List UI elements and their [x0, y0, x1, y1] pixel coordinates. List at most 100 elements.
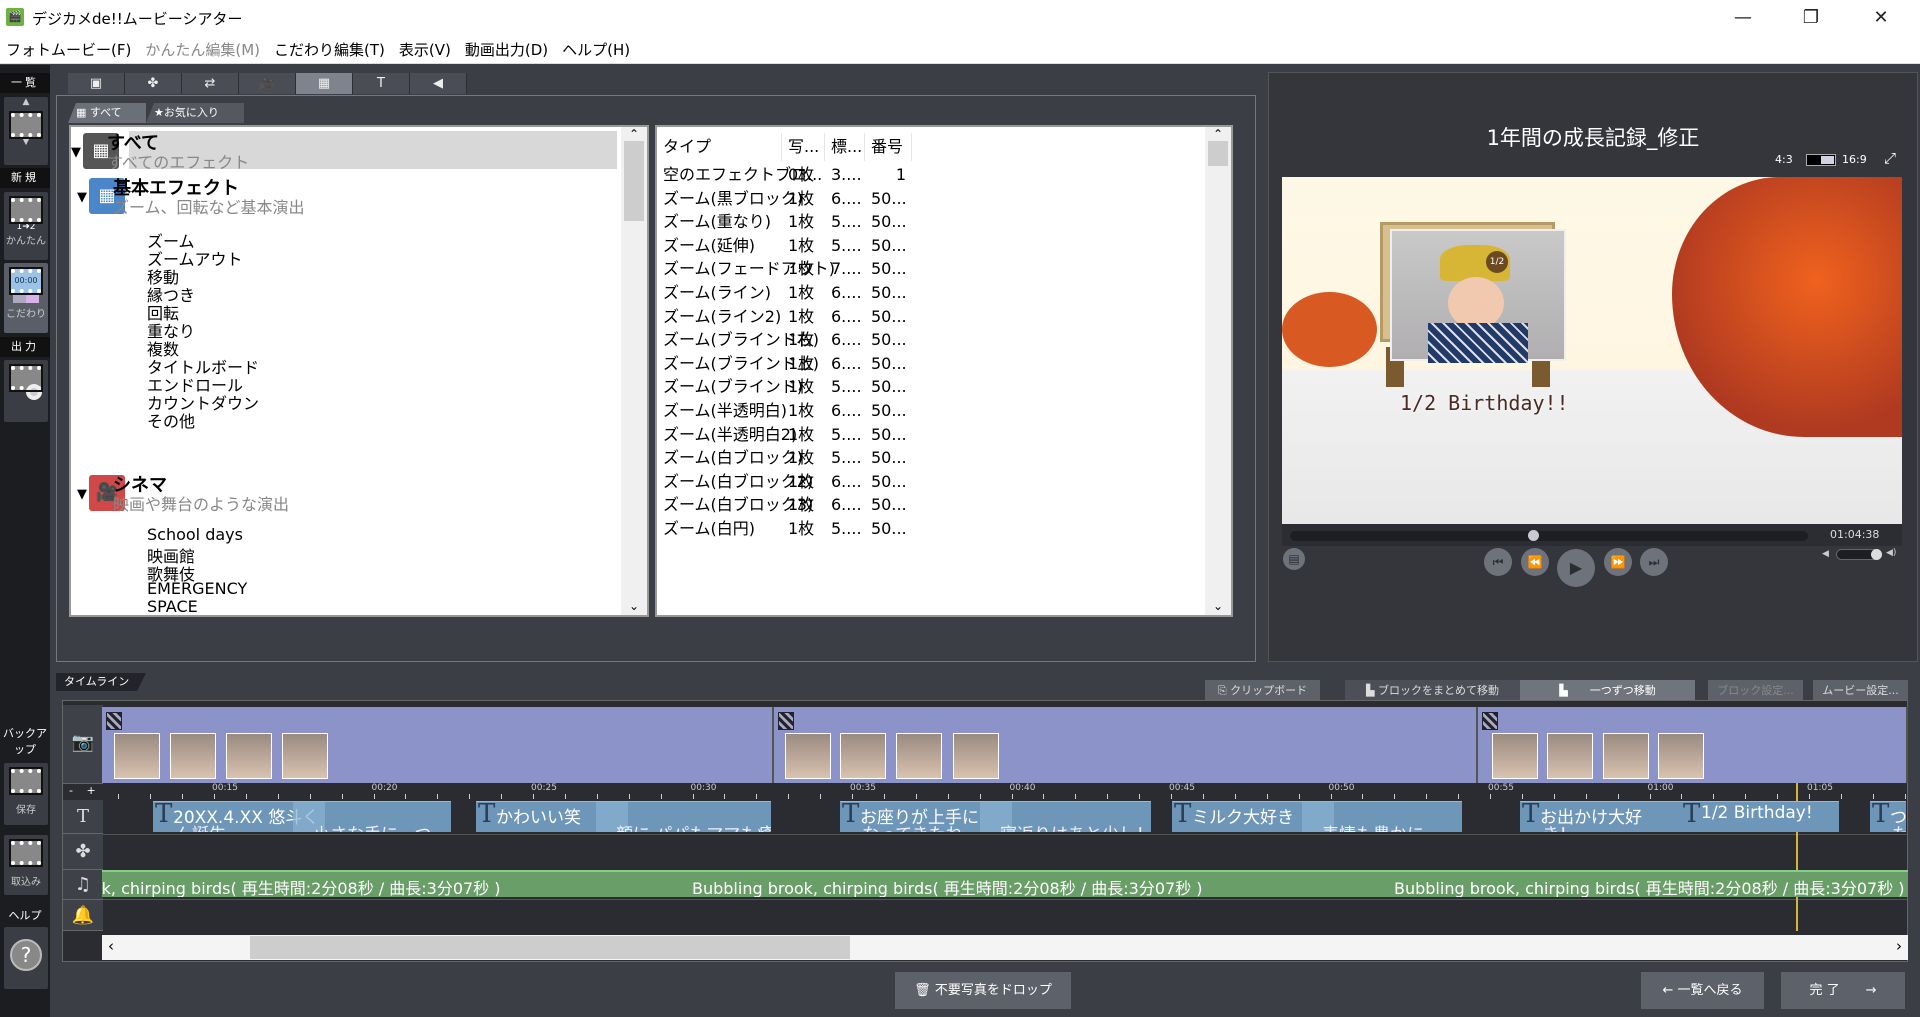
restore-button[interactable]: ❐	[1782, 0, 1840, 35]
move-block-tab[interactable]: ▙ ブロックをまとめて移動	[1345, 680, 1520, 701]
menu-item[interactable]: こだわり編集(T)	[274, 39, 385, 60]
column-header[interactable]: タイプ	[657, 133, 782, 161]
text-clip[interactable]: Tお出かけ大好き！	[1520, 801, 1681, 832]
text-clip[interactable]: Tつた	[1870, 801, 1906, 832]
tab-all[interactable]: ▦ すべて	[68, 103, 146, 123]
photo-thumbnail[interactable]	[282, 733, 328, 779]
table-row[interactable]: ズーム(ライン) 1枚 6.... 50...	[657, 281, 927, 305]
storyboard-icon[interactable]: ▤	[1283, 548, 1305, 570]
expand-arrow-icon[interactable]: ▼	[77, 190, 87, 205]
aspect-ratio-toggle[interactable]	[1806, 154, 1836, 166]
seek-bar[interactable]	[1290, 531, 1808, 541]
table-row[interactable]: ズーム(延伸) 1枚 5.... 50...	[657, 234, 927, 258]
camera-tab[interactable]: 🎥	[239, 73, 296, 94]
text-clip[interactable]: Tお座りが上手になってきたね寝返りはあと少し！	[840, 801, 1151, 832]
fast-forward-button[interactable]: ⏩	[1604, 548, 1632, 576]
menu-item[interactable]: 動画出力(D)	[465, 39, 548, 60]
tree-item[interactable]: School days	[147, 525, 243, 544]
expand-arrow-icon[interactable]: ▼	[77, 487, 87, 502]
menu-item[interactable]: フォトムービー(F)	[6, 39, 131, 60]
timeline-hscrollbar[interactable]: ‹ ›	[102, 935, 1908, 960]
drop-unneeded-photos-zone[interactable]: 🗑 不要写真をドロップ	[895, 972, 1071, 1009]
photo-thumbnail[interactable]	[953, 733, 999, 779]
column-header[interactable]: 番号	[865, 133, 912, 161]
text-clip[interactable]: Tかわいい笑顔に パパもママも癒さ...	[476, 801, 771, 832]
fullscreen-icon[interactable]: ⤢	[1884, 149, 1896, 167]
scroll-right-icon[interactable]: ›	[1896, 937, 1902, 955]
photo-thumbnail[interactable]	[785, 733, 831, 779]
column-header[interactable]: 標...	[825, 133, 865, 161]
photo-thumbnail[interactable]	[226, 733, 272, 779]
scroll-thumb[interactable]	[250, 936, 850, 959]
table-row[interactable]: ズーム(白ブロック3) 1枚 6.... 50...	[657, 493, 927, 517]
text-clip[interactable]: T20XX.4.XX 悠斗くん誕生小さな手に、つ...	[153, 801, 451, 832]
table-row[interactable]: ズーム(白ブロック2) 1枚 6.... 50...	[657, 470, 927, 494]
column-header[interactable]: 写...	[782, 133, 825, 161]
block-settings-button[interactable]: ブロック設定...	[1708, 680, 1803, 701]
effect-grid-tab[interactable]: ▦	[296, 73, 353, 94]
photo-thumbnail[interactable]	[1603, 733, 1649, 779]
photo-thumbnail[interactable]	[1492, 733, 1538, 779]
table-row[interactable]: ズーム(白円) 1枚 5.... 50...	[657, 517, 927, 541]
scroll-thumb[interactable]	[1208, 141, 1228, 166]
table-row[interactable]: ズーム(半透明白2) 1枚 5.... 50...	[657, 423, 927, 447]
menu-item[interactable]: 表示(V)	[399, 39, 451, 60]
sound-tab[interactable]: ◀	[410, 73, 467, 94]
zoom-in-button[interactable]: +	[86, 784, 95, 797]
menu-item[interactable]: ヘルプ(H)	[562, 39, 630, 60]
rewind-button[interactable]: ⏪	[1521, 548, 1549, 576]
table-scrollbar[interactable]: ⌃ ⌄	[1205, 127, 1231, 615]
photo-thumbnail[interactable]	[840, 733, 886, 779]
table-row[interactable]: ズーム(半透明白) 1枚 6.... 50...	[657, 399, 927, 423]
table-row[interactable]: ズーム(フェードアウト) 1枚 7.... 50...	[657, 257, 927, 281]
sidebar-item-easy[interactable]: 1➜2 かんたん	[4, 192, 48, 260]
movie-settings-button[interactable]: ムービー設定...	[1813, 680, 1908, 701]
close-button[interactable]: ✕	[1852, 0, 1910, 35]
scroll-down-icon[interactable]: ⌄	[1205, 599, 1231, 613]
menu-item[interactable]: かんたん編集(M)	[145, 39, 260, 60]
photo-thumbnail[interactable]	[1658, 733, 1704, 779]
skip-to-end-button[interactable]: ⏭	[1640, 548, 1668, 576]
text-clip[interactable]: T 1/2 Birthday!	[1681, 801, 1839, 832]
table-row[interactable]: ズーム(重なり) 1枚 5.... 50...	[657, 210, 927, 234]
music-clip[interactable]: Bubbling brook, chirping birds( 再生時間:2分0…	[102, 870, 1908, 897]
import-button[interactable]: 取込み	[4, 835, 48, 895]
photo-thumbnail[interactable]	[170, 733, 216, 779]
done-button[interactable]: 完 了 →	[1781, 972, 1905, 1009]
minimize-button[interactable]: —	[1714, 0, 1772, 35]
tab-favorites[interactable]: ★お気に入り	[146, 103, 244, 123]
photo-thumbnail[interactable]	[114, 733, 160, 779]
scroll-up-icon[interactable]: ⌃	[1205, 127, 1231, 141]
tree-item[interactable]: その他	[147, 408, 195, 432]
table-row[interactable]: 空のエフェクトブロ... 0枚 3.... 1	[657, 163, 927, 187]
play-button[interactable]: ▶	[1557, 549, 1595, 587]
tree-item[interactable]: EMERGENCY	[147, 579, 247, 598]
scroll-left-icon[interactable]: ‹	[108, 937, 114, 955]
effect-block-icon[interactable]	[106, 712, 122, 730]
table-row[interactable]: ズーム(ブラインド上) 1枚 6.... 50...	[657, 352, 927, 376]
effect-block-icon[interactable]	[778, 712, 794, 730]
scroll-thumb[interactable]	[624, 141, 644, 221]
table-row[interactable]: ズーム(ライン2) 1枚 6.... 50...	[657, 305, 927, 329]
clover-tab[interactable]: ✤	[125, 73, 182, 94]
timeline-tab[interactable]: タイムライン	[56, 673, 146, 691]
help-button[interactable]: ?	[4, 927, 48, 989]
effect-block-icon[interactable]	[1482, 712, 1498, 730]
move-one-tab[interactable]: ▙ 一つずつ移動	[1520, 680, 1695, 701]
tree-scrollbar[interactable]: ⌃ ⌄	[621, 127, 647, 615]
sidebar-item-detail[interactable]: 00:00 こだわり	[4, 263, 48, 333]
skip-to-start-button[interactable]: ⏮	[1484, 548, 1512, 576]
tree-item[interactable]: SPACE	[147, 597, 198, 615]
clipboard-button[interactable]: ⎘ クリップボード	[1205, 680, 1320, 701]
photo-thumbnail[interactable]	[1547, 733, 1593, 779]
photo-thumbnail[interactable]	[896, 733, 942, 779]
transition-tab[interactable]: ⇄	[182, 73, 239, 94]
save-button[interactable]: 保存	[4, 763, 48, 825]
text-tab[interactable]: T	[353, 73, 410, 94]
sidebar-item-list[interactable]: ▲ ▼	[4, 97, 48, 165]
photo-frame-tab[interactable]: ▣	[68, 73, 125, 94]
table-row[interactable]: ズーム(ブラインド) 1枚 5.... 50...	[657, 375, 927, 399]
scroll-up-icon[interactable]: ⌃	[621, 127, 647, 141]
zoom-out-button[interactable]: -	[69, 784, 73, 797]
table-row[interactable]: ズーム(ブラインド右) 1枚 6.... 50...	[657, 328, 927, 352]
